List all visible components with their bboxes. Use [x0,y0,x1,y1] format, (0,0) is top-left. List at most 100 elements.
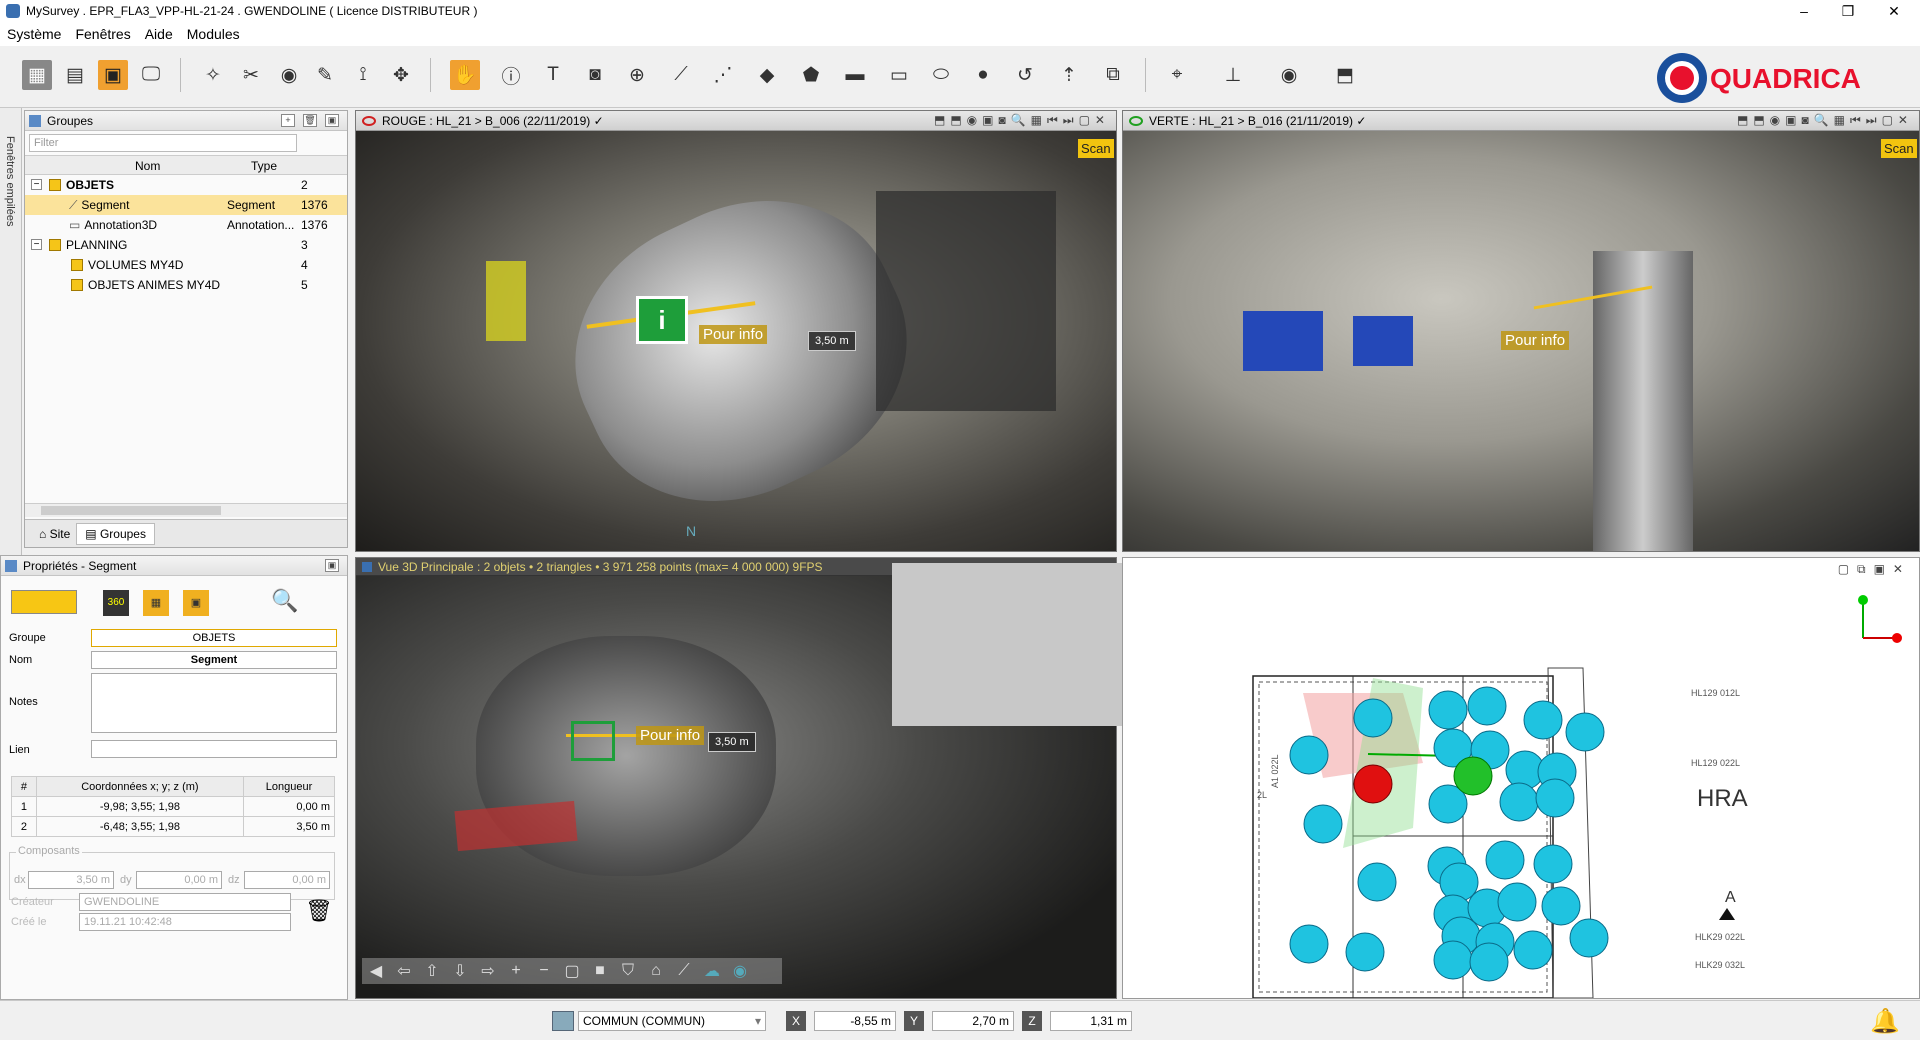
tab-groupes[interactable]: ▤ Groupes [76,522,155,545]
sphere-icon[interactable]: ● [968,60,998,90]
lien-field[interactable] [91,740,337,758]
bell-icon[interactable]: 🔔 [1870,1007,1900,1036]
tree-row-objets-animes[interactable]: OBJETS ANIMES MY4D 5 [25,275,347,295]
layer-select[interactable]: COMMUN (COMMUN) ▾ [578,1011,766,1031]
table-row[interactable]: 2 -6,48; 3,55; 1,98 3,50 m [11,816,335,837]
x-field[interactable]: -8,55 m [814,1011,896,1031]
close-button[interactable]: ✕ [1872,0,1916,22]
info-marker-icon[interactable] [571,721,615,761]
marker-red[interactable] [1353,764,1393,804]
arrow-icon[interactable]: ⇡ [1054,60,1084,90]
tree-row-volumes[interactable]: VOLUMES MY4D 4 [25,255,347,275]
col-type[interactable]: Type [251,159,277,173]
tools-icon[interactable]: ✂ [236,60,266,90]
add-group-button[interactable]: + [281,114,295,127]
viewport-green-tools[interactable]: ⬒⬒◉▣◙🔍▦⏮⏭▢✕ [1737,113,1913,128]
filter-input[interactable]: Filter [29,134,297,152]
y-field[interactable]: 2,70 m [932,1011,1014,1031]
dy-field[interactable]: 0,00 m [136,871,222,889]
move-icon[interactable]: ✥ [386,60,416,90]
viewport-red[interactable]: ROUGE : HL_21 > B_006 (22/11/2019) ✓ ⬒⬒◉… [355,110,1117,552]
nav-back-icon[interactable]: ⇦ [390,961,418,981]
viewport-green[interactable]: VERTE : HL_21 > B_016 (21/11/2019) ✓ ⬒⬒◉… [1122,110,1920,552]
table-row[interactable]: 1 -9,98; 3,55; 1,98 0,00 m [11,796,335,817]
collapse-icon[interactable]: − [31,239,42,250]
text-icon[interactable]: T [538,60,568,90]
polygon-icon[interactable]: ⬟ [796,60,826,90]
house-icon[interactable]: ⌂ [642,962,670,980]
line-icon[interactable]: ⟋ [666,60,696,90]
dx-field[interactable]: 3,50 m [28,871,114,889]
tree-row-annotation3d[interactable]: ▭ Annotation3D Annotation... 1376 [25,215,347,235]
stop-icon[interactable]: ■ [586,962,614,980]
split-view-icon[interactable]: ▤ [60,60,90,90]
delete-group-button[interactable]: 🗑 [303,114,317,127]
eye-icon[interactable] [362,115,376,126]
view-3d-icon[interactable]: ▣ [98,60,128,90]
wand-icon[interactable]: ✧ [198,60,228,90]
minimize-button[interactable]: – [1782,0,1826,22]
crosshair-icon[interactable]: ⌖ [1162,60,1192,90]
view3d-icon[interactable]: ▣ [183,590,209,616]
scan-badge[interactable]: Scan [1881,139,1917,158]
col-nom[interactable]: Nom [135,159,160,173]
horizontal-scrollbar[interactable] [25,503,347,517]
notes-field[interactable] [91,673,337,733]
plan-view[interactable]: ▢⧉▣✕ HRA A HL129 012L HL129 022L HLK29 0… [1122,557,1920,999]
cloud-icon[interactable]: ☁ [698,961,726,981]
dz-field[interactable]: 0,00 m [244,871,330,889]
nav-up-icon[interactable]: ⇧ [418,961,446,981]
annotation-label[interactable]: Pour info [636,726,705,745]
bend-icon[interactable]: ↺ [1010,60,1040,90]
menu-systeme[interactable]: Système [0,26,68,42]
menu-modules[interactable]: Modules [180,26,247,42]
plane-icon[interactable]: ◆ [752,60,782,90]
maximize-button[interactable]: ❐ [1826,0,1870,22]
polyline-icon[interactable]: ⋰ [708,60,738,90]
color-picker[interactable] [11,590,77,614]
pan-icon[interactable]: ✋ [450,60,480,90]
monitor-icon[interactable]: 🖵 [136,60,166,90]
nav-down-icon[interactable]: ⇩ [446,961,474,981]
ground-icon[interactable]: ⊥ [1218,60,1248,90]
settings-icon[interactable]: ◉ [726,961,754,981]
nav-forward-icon[interactable]: ⇨ [474,961,502,981]
tree-row-planning[interactable]: − PLANNING 3 [25,235,347,255]
cylinder-icon[interactable]: ▭ [884,60,914,90]
record-icon[interactable]: ◉ [1274,60,1304,90]
z-field[interactable]: 1,31 m [1050,1011,1132,1031]
float-panel-button[interactable]: ▣ [325,559,339,572]
nom-field[interactable]: Segment [91,651,337,669]
info-icon[interactable]: ⓘ [496,60,526,90]
scan-badge[interactable]: Scan [1078,139,1114,158]
view-360-icon[interactable]: 360 [103,590,129,616]
tree-row-objets[interactable]: − OBJETS 2 [25,175,347,195]
box-icon[interactable]: ▬ [840,60,870,90]
frame-icon[interactable]: ▢ [558,961,586,981]
zoom-out-icon[interactable]: − [530,962,558,980]
axes-icon[interactable]: ⟟ [348,60,378,90]
marker-green[interactable] [1453,756,1493,796]
nav-left-icon[interactable]: ◀ [362,961,390,981]
eye-icon[interactable]: ◉ [274,60,304,90]
float-panel-button[interactable]: ▣ [325,114,339,127]
brush-icon[interactable]: ✎ [310,60,340,90]
export-icon[interactable]: ⬒ [1330,60,1360,90]
target-icon[interactable]: ⊕ [622,60,652,90]
measure-icon[interactable]: ⟋ [670,962,698,980]
collapse-icon[interactable]: − [31,179,42,190]
tab-site[interactable]: ⌂ Site [33,527,76,541]
tree-row-segment[interactable]: ⟋ Segment Segment 1376 [25,195,347,215]
plan-icon[interactable]: ▦ [143,590,169,616]
view-2d-icon[interactable]: ▦ [22,60,52,90]
annotation-label[interactable]: Pour info [1501,331,1570,350]
viewport-red-tools[interactable]: ⬒⬒◉▣◙🔍▦⏮⏭▢✕ [934,113,1110,128]
eye-icon[interactable] [1129,115,1143,126]
layers-icon[interactable]: ⧉ [1098,60,1128,90]
shield-icon[interactable]: ⛉ [614,962,642,980]
trash-icon[interactable]: 🗑 [305,898,333,924]
zoom-icon[interactable]: 🔍 [271,588,298,614]
annotation-label[interactable]: Pour info [699,325,768,344]
menu-fenetres[interactable]: Fenêtres [68,26,137,42]
menu-aide[interactable]: Aide [138,26,180,42]
